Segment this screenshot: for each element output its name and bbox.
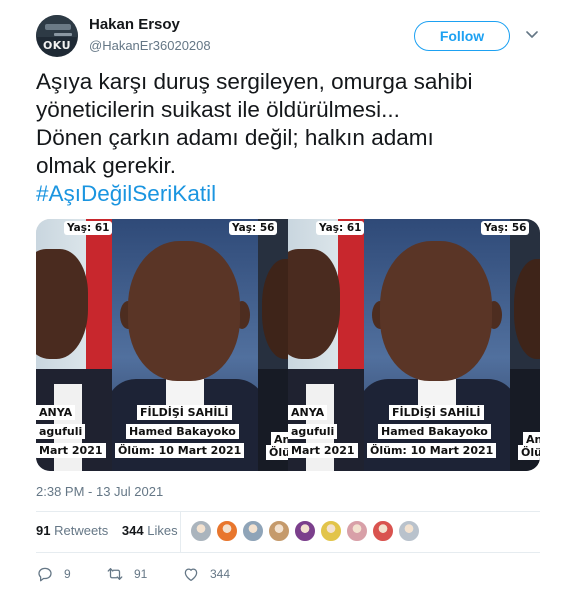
reply-button[interactable]: 9 [36, 564, 71, 584]
likes-label: Likes [147, 523, 178, 538]
avatar[interactable]: OKU [36, 15, 78, 57]
media-image-left[interactable]: Yaş: 61 Yaş: 56 ANYA agufuli Mart 2021 F… [36, 219, 288, 471]
divider [36, 511, 540, 512]
age-label: Yaş: 56 [229, 221, 278, 235]
media-image-right[interactable]: Yaş: 61 Yaş: 56 ANYA agufuli Mart 2021 F… [288, 219, 540, 471]
liker-avatar[interactable] [398, 520, 420, 542]
caption-center: Ölüm: 10 Mart 2021 [367, 443, 497, 458]
liker-avatar[interactable] [346, 520, 368, 542]
like-count: 344 [210, 567, 231, 581]
caption-left: agufuli [36, 424, 86, 439]
tweet-text: Aşıya karşı duruş sergileyen, omurga sah… [36, 68, 546, 208]
liker-avatar[interactable] [216, 520, 238, 542]
reply-count: 9 [64, 567, 71, 581]
liker-avatar[interactable] [242, 520, 264, 542]
engagement-stats: 91 Retweets 344 Likes [36, 523, 188, 538]
reply-icon [38, 567, 52, 582]
age-label: Yaş: 56 [481, 221, 530, 235]
stats-separator [180, 512, 181, 552]
user-handle[interactable]: @HakanEr36020208 [89, 38, 211, 53]
caption-center: Hamed Bakayoko [378, 424, 491, 439]
heart-icon [184, 568, 198, 582]
caption-left: ANYA [288, 405, 328, 420]
retweets-count: 91 [36, 523, 51, 538]
retweets-label: Retweets [54, 523, 109, 538]
caption-center: FİLDİŞİ SAHİLİ [137, 405, 232, 420]
caption-right: Ölüm [266, 445, 288, 460]
caption-center: Ölüm: 10 Mart 2021 [115, 443, 245, 458]
portrait-face [262, 259, 288, 359]
portrait-face [380, 241, 492, 381]
divider [36, 552, 540, 553]
retweets-stat[interactable]: 91 Retweets [36, 523, 108, 538]
age-label: Yaş: 61 [316, 221, 365, 235]
portrait-face [36, 249, 88, 359]
tweet-media[interactable]: Yaş: 61 Yaş: 56 ANYA agufuli Mart 2021 F… [36, 219, 540, 471]
avatar-logo-mark [45, 24, 71, 30]
caption-left: Mart 2021 [288, 443, 358, 458]
retweet-icon [107, 568, 123, 580]
caption-left: agufuli [288, 424, 338, 439]
avatar-text: OKU [42, 39, 72, 52]
tweet-text-line: Dönen çarkın adamı değil; halkın adamı [36, 125, 434, 150]
follow-button[interactable]: Follow [414, 21, 510, 51]
liker-avatar[interactable] [190, 520, 212, 542]
liker-avatar[interactable] [372, 520, 394, 542]
display-name[interactable]: Hakan Ersoy [89, 16, 180, 33]
tweet-text-line: yöneticilerin suikast ile öldürülmesi... [36, 97, 400, 122]
portrait-face [514, 259, 540, 359]
avatar-logo-mark-2 [54, 33, 72, 36]
liker-avatar[interactable] [294, 520, 316, 542]
liker-avatar[interactable] [320, 520, 342, 542]
tweet-text-line: Aşıya karşı duruş sergileyen, omurga sah… [36, 69, 473, 94]
age-label: Yaş: 61 [64, 221, 113, 235]
caption-center: FİLDİŞİ SAHİLİ [389, 405, 484, 420]
liker-avatar[interactable] [268, 520, 290, 542]
retweet-count: 91 [134, 567, 148, 581]
likes-stat[interactable]: 344 Likes [122, 523, 178, 538]
portrait-face [288, 249, 340, 359]
tweet-timestamp[interactable]: 2:38 PM - 13 Jul 2021 [36, 484, 163, 499]
tweet-card: OKU Hakan Ersoy @HakanEr36020208 Follow … [0, 0, 573, 596]
caption-right: Ölüm [518, 445, 540, 460]
chevron-down-icon[interactable] [526, 30, 538, 40]
like-button[interactable]: 344 [182, 564, 230, 584]
caption-left: Mart 2021 [36, 443, 106, 458]
likes-count: 344 [121, 523, 144, 538]
portrait-face [128, 241, 240, 381]
caption-center: Hamed Bakayoko [126, 424, 239, 439]
hashtag-link[interactable]: #AşıDeğilSeriKatil [36, 180, 546, 208]
tweet-text-line: olmak gerekir. [36, 153, 177, 178]
retweet-button[interactable]: 91 [106, 564, 147, 584]
caption-left: ANYA [36, 405, 76, 420]
